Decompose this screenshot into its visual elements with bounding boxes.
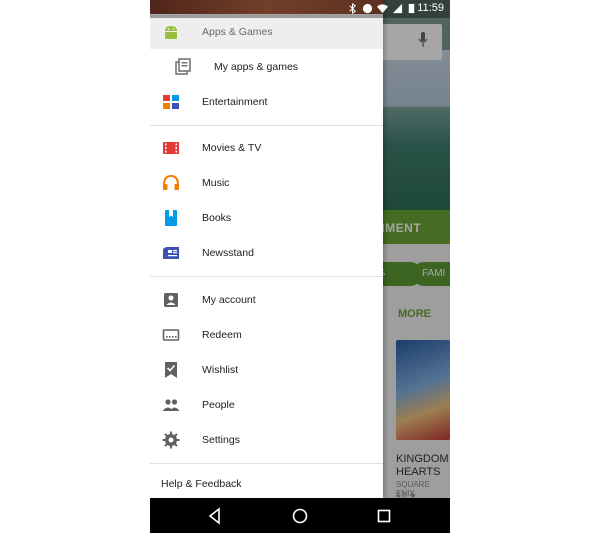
gear-icon (162, 431, 180, 449)
drawer-divider (150, 276, 383, 277)
bluetooth-icon (349, 3, 357, 14)
drawer-item-my-apps-games[interactable]: My apps & games (150, 50, 383, 84)
drawer-item-movies-tv[interactable]: Movies & TV (150, 131, 383, 165)
status-bar: 11:59 (150, 0, 450, 18)
drawer-item-label: Movies & TV (202, 142, 262, 154)
drawer-item-label: Wishlist (202, 364, 239, 376)
cell-signal-icon (392, 3, 403, 14)
entertainment-icon (163, 95, 179, 109)
wifi-icon (377, 4, 388, 14)
drawer-item-music[interactable]: Music (150, 166, 383, 200)
drawer-item-newsstand[interactable]: Newsstand (150, 236, 383, 270)
headphones-icon (163, 174, 179, 190)
drawer-divider (150, 463, 383, 464)
drawer-item-people[interactable]: People (150, 388, 383, 422)
drawer-divider (150, 125, 383, 126)
drawer-item-apps-games[interactable]: Apps & Games (150, 15, 383, 49)
drawer-item-label: Settings (202, 434, 240, 446)
home-icon[interactable] (291, 507, 309, 525)
library-icon (175, 58, 191, 75)
drawer-item-my-account[interactable]: My account (150, 283, 383, 317)
book-icon (165, 210, 177, 226)
drawer-item-label: Newsstand (202, 247, 254, 259)
recents-icon[interactable] (375, 507, 393, 525)
drawer-item-label: Apps & Games (202, 26, 273, 38)
drawer-item-label: My apps & games (214, 61, 299, 73)
drawer-item-label: Entertainment (202, 96, 268, 108)
drawer-item-books[interactable]: Books (150, 201, 383, 235)
back-icon[interactable] (206, 507, 224, 525)
drawer-item-redeem[interactable]: Redeem (150, 318, 383, 352)
drawer-item-label: My account (202, 294, 256, 306)
battery-icon (408, 3, 415, 14)
do-not-disturb-icon (362, 3, 373, 14)
drawer-item-label: Music (202, 177, 230, 189)
people-icon (162, 399, 180, 411)
wishlist-icon (165, 362, 177, 378)
navigation-drawer: Apps & Games My apps & games Entertainme… (150, 0, 383, 498)
drawer-item-label: People (202, 399, 235, 411)
phone-screen: NMENT ES FAMI MORE KINGDOM HEARTS SQUARE… (150, 0, 450, 533)
system-nav-bar (150, 498, 450, 533)
redeem-icon (162, 329, 180, 341)
android-icon (165, 26, 177, 39)
film-icon (163, 142, 179, 154)
drawer-item-settings[interactable]: Settings (150, 423, 383, 457)
drawer-item-wishlist[interactable]: Wishlist (150, 353, 383, 387)
drawer-item-entertainment[interactable]: Entertainment (150, 85, 383, 119)
newsstand-icon (163, 247, 179, 259)
drawer-item-label: Books (202, 212, 232, 224)
status-time: 11:59 (417, 2, 444, 14)
drawer-item-label: Redeem (202, 329, 242, 341)
account-icon (164, 293, 178, 307)
help-feedback-link[interactable]: Help & Feedback (161, 478, 242, 490)
